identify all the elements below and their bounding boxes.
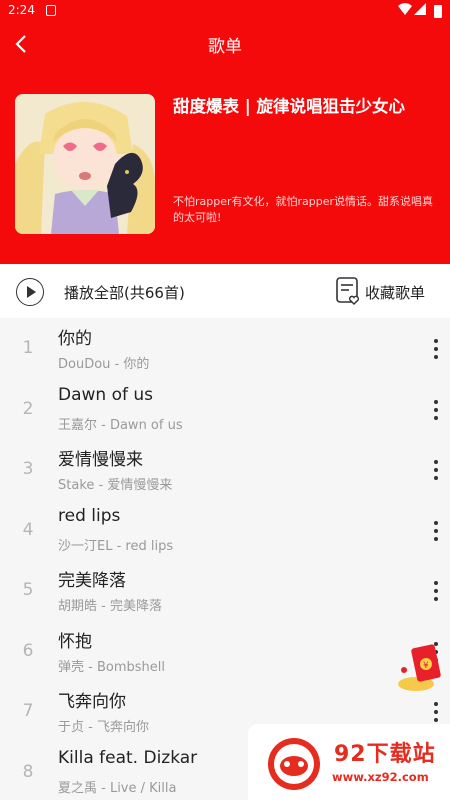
song-subtitle: 沙一汀EL - red lips xyxy=(58,538,174,554)
playlist-description[interactable]: 不怕rapper有文化，就怕rapper说情话。甜系说唱真的太可啦! xyxy=(173,194,438,226)
song-row[interactable]: 2 Dawn of us 王嘉尔 - Dawn of us xyxy=(0,379,450,440)
song-title: 你的 xyxy=(58,329,92,349)
watermark-brand: 92下载站 xyxy=(334,742,436,767)
more-vertical-icon[interactable] xyxy=(430,519,442,543)
wifi-icon xyxy=(398,3,412,15)
song-title: Dawn of us xyxy=(58,384,154,405)
song-index: 6 xyxy=(22,640,34,661)
song-index: 1 xyxy=(22,338,34,358)
svg-text:¥: ¥ xyxy=(423,661,429,671)
watermark-badge: 92下载站 www.xz92.com xyxy=(248,724,450,800)
play-circle-icon[interactable] xyxy=(16,278,44,306)
signal-icon xyxy=(414,3,426,15)
sim-icon xyxy=(46,5,56,16)
action-bar: 播放全部(共66首) 收藏歌单 xyxy=(0,264,450,318)
song-title: 怀抱 xyxy=(58,631,92,652)
playlist-cover-image xyxy=(15,94,155,234)
red-packet-icon[interactable]: ¥ xyxy=(394,640,444,694)
watermark-logo-icon xyxy=(268,738,320,790)
battery-icon xyxy=(434,5,442,18)
song-subtitle: 于贞 - 飞奔向你 xyxy=(58,720,149,735)
playlist-header: 歌单 甜度爆表 | 旋律说唱狙击少女心 不怕rapper有文化，就怕rapper… xyxy=(0,22,450,264)
song-row[interactable]: 5 完美降落 胡期皓 - 完美降落 xyxy=(0,560,450,621)
song-index: 8 xyxy=(22,761,34,782)
song-title: 飞奔向你 xyxy=(58,692,126,712)
more-vertical-icon[interactable] xyxy=(430,579,442,603)
song-row[interactable]: 4 red lips 沙一汀EL - red lips xyxy=(0,500,450,561)
more-vertical-icon[interactable] xyxy=(430,337,442,361)
collect-playlist-button[interactable]: 收藏歌单 xyxy=(365,282,425,303)
song-row[interactable]: 6 怀抱 弹壳 - Bombshell xyxy=(0,621,450,682)
song-index: 7 xyxy=(22,701,34,721)
song-subtitle: Stake - 爱情慢慢来 xyxy=(58,478,173,493)
status-bar: 2:24 xyxy=(0,0,450,22)
watermark-url: www.xz92.com xyxy=(332,770,429,784)
more-vertical-icon[interactable] xyxy=(430,700,442,724)
song-row[interactable]: 3 爱情慢慢来 Stake - 爱情慢慢来 xyxy=(0,439,450,500)
more-vertical-icon[interactable] xyxy=(430,458,442,482)
song-index: 5 xyxy=(22,580,34,600)
song-subtitle: 王嘉尔 - Dawn of us xyxy=(58,417,183,433)
song-title: 爱情慢慢来 xyxy=(58,450,143,470)
song-subtitle: 夏之禹 - Live / Killa xyxy=(58,780,177,796)
song-index: 4 xyxy=(22,519,34,540)
song-title: Killa feat. Dizkar xyxy=(58,747,198,768)
song-subtitle: 弹壳 - Bombshell xyxy=(58,659,165,675)
playlist-title: 甜度爆表 | 旋律说唱狙击少女心 xyxy=(173,97,406,116)
song-title: 完美降落 xyxy=(58,571,126,591)
collect-playlist-icon[interactable] xyxy=(335,276,361,306)
more-vertical-icon[interactable] xyxy=(430,398,442,422)
song-row[interactable]: 1 你的 DouDou - 你的 xyxy=(0,318,450,379)
status-time: 2:24 xyxy=(8,3,35,17)
song-subtitle: 胡期皓 - 完美降落 xyxy=(58,599,162,614)
song-index: 2 xyxy=(22,398,34,419)
song-index: 3 xyxy=(22,459,34,479)
page-title: 歌单 xyxy=(208,37,242,57)
play-all-button[interactable]: 播放全部(共66首) xyxy=(64,282,185,303)
song-subtitle: DouDou - 你的 xyxy=(58,357,150,372)
song-title: red lips xyxy=(58,505,121,526)
